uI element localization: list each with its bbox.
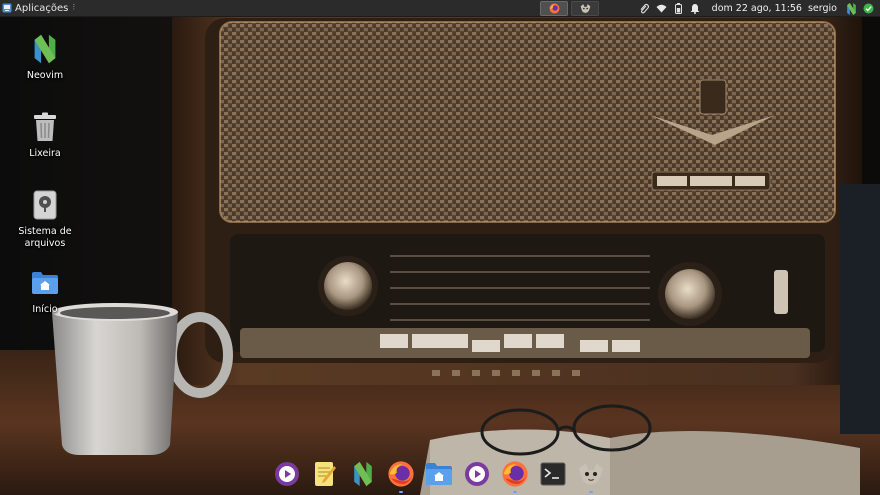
- desktop-icon-trash[interactable]: Lixeira: [0, 110, 90, 160]
- neovim-icon: [354, 461, 372, 487]
- top-panel: Aplicações ⁝ dom 22 ago, 11:56 sergio: [0, 0, 880, 17]
- running-indicator: [399, 491, 403, 493]
- battery-icon[interactable]: [670, 0, 687, 17]
- dock-item-media-player[interactable]: [268, 455, 306, 493]
- neovim-icon[interactable]: [843, 0, 860, 17]
- gimp-icon: [580, 4, 590, 13]
- desktop-icon-label: Lixeira: [29, 148, 61, 159]
- dock-item-gimp[interactable]: [572, 455, 610, 493]
- desktop-icon-neovim[interactable]: Neovim: [0, 32, 90, 82]
- file-manager-icon: [426, 463, 452, 485]
- desktop-icon-label: Sistema de arquivos: [18, 226, 72, 249]
- task-gimp-window[interactable]: [571, 1, 599, 16]
- filesystem-icon: [28, 188, 62, 222]
- dock-item-media-player-2[interactable]: [458, 455, 496, 493]
- dock-item-terminal[interactable]: [534, 455, 572, 493]
- applications-menu[interactable]: Aplicações ⁝: [0, 0, 79, 17]
- desktop-icon-label: Início: [32, 304, 58, 315]
- terminal-icon: [540, 462, 566, 486]
- dock-item-firefox[interactable]: [382, 455, 420, 493]
- dock-item-file-manager[interactable]: [420, 455, 458, 493]
- desktop-icon-home[interactable]: Início: [0, 266, 90, 316]
- media-player-icon: [275, 462, 299, 486]
- panel-separator-grip: ⁝: [72, 3, 76, 13]
- firefox-icon: [502, 461, 528, 487]
- firefox-icon: [549, 3, 559, 14]
- trash-icon: [28, 110, 62, 144]
- text-editor-icon: [315, 462, 336, 486]
- applications-menu-label: Aplicações: [15, 2, 69, 14]
- window-tasklist: [540, 1, 599, 16]
- desktop-icon-label: Neovim: [26, 70, 64, 81]
- dock-item-firefox-2[interactable]: [496, 455, 534, 493]
- panel-username[interactable]: sergio: [808, 3, 837, 14]
- desktop-wallpaper: [0, 0, 880, 495]
- paperclip-icon[interactable]: [636, 0, 653, 17]
- media-player-icon: [465, 462, 489, 486]
- applications-menu-icon: [2, 3, 12, 13]
- system-tray: dom 22 ago, 11:56 sergio: [636, 0, 880, 17]
- application-dock: [268, 455, 610, 493]
- running-indicator: [513, 491, 517, 493]
- firefox-icon: [388, 461, 414, 487]
- gimp-icon: [579, 463, 603, 485]
- bell-icon[interactable]: [687, 0, 704, 17]
- wifi-icon[interactable]: [653, 0, 670, 17]
- home-folder-icon: [28, 266, 62, 300]
- panel-clock[interactable]: dom 22 ago, 11:56: [712, 3, 802, 14]
- task-firefox-window[interactable]: [540, 1, 568, 16]
- neovim-icon: [28, 32, 62, 66]
- running-indicator: [589, 491, 593, 493]
- desktop-icon-filesystem[interactable]: Sistema de arquivos: [0, 188, 90, 250]
- dock-item-text-editor[interactable]: [306, 455, 344, 493]
- update-check-icon[interactable]: [860, 0, 877, 17]
- dock-item-neovim[interactable]: [344, 455, 382, 493]
